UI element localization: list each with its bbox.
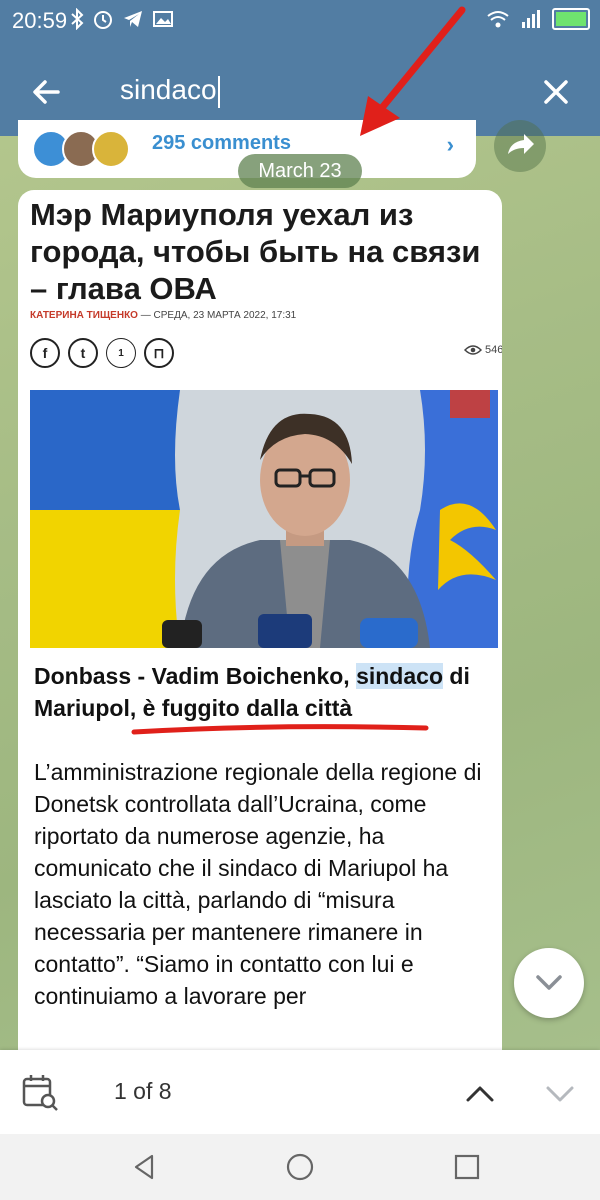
wifi-icon <box>487 11 509 28</box>
battery-icon <box>552 8 590 30</box>
nav-recents-button[interactable] <box>450 1150 484 1184</box>
article-body: L’amministrazione regionale della region… <box>34 759 482 1009</box>
system-navigation-bar <box>0 1134 600 1200</box>
screenshot-social-icons: f t 1 ⊓ <box>30 338 174 368</box>
views-count: 546 <box>485 344 502 356</box>
status-time: 20:59 <box>12 8 68 33</box>
bluetooth-icon <box>71 8 84 30</box>
red-arrow-annotation <box>360 6 466 136</box>
commenter-avatars <box>32 130 130 168</box>
telegram-icon <box>124 11 142 27</box>
message-bubble[interactable]: Мэр Мариуполя уехал из города, чтобы быт… <box>18 190 502 1070</box>
facebook-icon: f <box>30 338 60 368</box>
twitter-icon: t <box>68 338 98 368</box>
bookmark-icon: ⊓ <box>144 338 174 368</box>
back-button[interactable] <box>24 70 68 114</box>
signal-4g-icon <box>522 10 540 28</box>
screenshot-author: КАТЕРИНА ТИЩЕНКО <box>30 310 138 321</box>
previous-result-button[interactable] <box>458 1072 502 1116</box>
calendar-search-button[interactable] <box>20 1072 62 1114</box>
red-underline-annotation <box>131 724 429 735</box>
search-result-counter: 1 of 8 <box>114 1078 172 1104</box>
screenshot-byline: КАТЕРИНА ТИЩЕНКО — СРЕДА, 23 МАРТА 2022,… <box>30 310 296 321</box>
gallery-icon <box>153 11 173 27</box>
alarm-icon <box>94 11 112 29</box>
scroll-down-button[interactable] <box>514 948 584 1018</box>
article-title: Donbass - Vadim Boichenko, sindaco di Ma… <box>34 660 494 724</box>
text-caret <box>217 75 220 108</box>
search-input[interactable]: sindaco <box>120 74 220 108</box>
share-button[interactable] <box>494 120 546 172</box>
news-photo[interactable] <box>30 390 498 648</box>
search-query: sindaco <box>120 74 217 105</box>
next-result-button[interactable] <box>538 1072 582 1116</box>
nav-home-button[interactable] <box>283 1150 317 1184</box>
nav-back-button[interactable] <box>128 1150 162 1184</box>
avatar <box>92 130 130 168</box>
search-results-bar: 1 of 8 <box>0 1050 600 1134</box>
screenshot-headline: Мэр Мариуполя уехал из города, чтобы быт… <box>30 197 481 306</box>
eye-icon <box>464 345 482 355</box>
status-bar: 20:59 <box>0 0 600 44</box>
screenshot-date: — СРЕДА, 23 МАРТА 2022, 17:31 <box>137 310 297 321</box>
date-separator: March 23 <box>238 154 362 188</box>
comments-count-icon: 1 <box>106 338 136 368</box>
search-match-highlight: sindaco <box>356 663 443 689</box>
title-part: Donbass - Vadim Boichenko, <box>34 663 357 689</box>
clear-search-button[interactable] <box>534 70 578 114</box>
comments-link[interactable]: 295 comments <box>152 132 291 155</box>
press-conference-image <box>30 390 498 648</box>
screenshot-views: 546 <box>464 344 502 356</box>
